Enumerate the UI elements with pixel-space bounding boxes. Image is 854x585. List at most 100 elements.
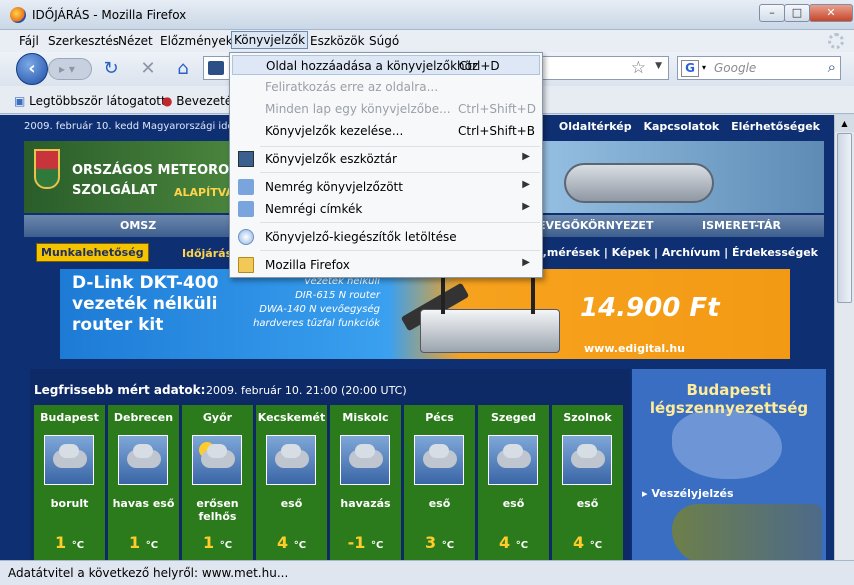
ad-headline-2: vezeték nélküli	[72, 294, 218, 314]
menu-item-recent-tags[interactable]: Nemrégi címkék ▶	[232, 199, 540, 219]
advertisement-banner[interactable]: D-Link DKT-400 vezeték nélküli router ki…	[60, 269, 790, 359]
bookmark-getting-started[interactable]: ● Bevezeté	[162, 94, 232, 108]
menu-view[interactable]: Nézet	[115, 33, 156, 49]
submenu-arrow-icon: ▶	[522, 257, 530, 268]
search-folder-icon	[238, 179, 254, 195]
city-card[interactable]: Pécs eső 3 °C	[404, 405, 475, 560]
menu-item-add-bookmark[interactable]: Oldal hozzáadása a könyvjelzőkhöz Ctrl+D	[232, 55, 540, 75]
menu-tools[interactable]: Eszközök	[307, 33, 368, 49]
link-measurements[interactable]: k,mérések	[535, 246, 600, 259]
temp-value: 1	[54, 533, 67, 552]
menu-bookmarks[interactable]: Könyvjelzők	[231, 31, 309, 49]
menu-item-get-addons[interactable]: Könyvjelző-kiegészítők letöltése	[232, 227, 540, 247]
back-button[interactable]: ‹	[16, 53, 48, 85]
menu-history[interactable]: Előzmények	[157, 33, 236, 49]
title-bar: IDŐJÁRÁS - Mozilla Firefox – □ ✕	[0, 0, 854, 30]
menu-item-recently-bookmarked[interactable]: Nemrég könyvjelzőzött ▶	[232, 177, 540, 197]
throbber-icon	[828, 33, 844, 49]
menu-item-label: Nemrégi címkék	[265, 202, 363, 216]
link-availability[interactable]: Elérhetőségek	[731, 120, 820, 133]
city-temp: 1 °C	[108, 533, 179, 552]
menu-item-bookmark-all-tabs[interactable]: Minden lap egy könyvjelzőbe... Ctrl+Shif…	[232, 99, 540, 119]
scroll-up-icon[interactable]: ▲	[835, 115, 854, 132]
bookmark-label: Legtöbbször látogatott	[29, 94, 166, 108]
air-quality-panel[interactable]: Budapesti légszennyezettség ▸ Veszélyjel…	[632, 369, 826, 560]
temp-unit: °C	[219, 540, 233, 551]
menu-edit[interactable]: Szerkesztés	[45, 33, 122, 49]
submenu-arrow-icon: ▶	[522, 151, 530, 162]
bookmark-label: Bevezeté	[176, 94, 233, 108]
menu-item-label: Feliratkozás erre az oldalra...	[265, 80, 439, 94]
coat-of-arms-icon	[34, 149, 60, 189]
menu-item-bookmarks-toolbar[interactable]: Könyvjelzők eszköztár ▶	[232, 149, 540, 169]
menu-item-shortcut: Ctrl+Shift+D	[458, 102, 536, 116]
city-card[interactable]: Szeged eső 4 °C	[478, 405, 549, 560]
search-input[interactable]: Google	[714, 61, 756, 75]
search-box[interactable]: G ▾ Google ⌕	[677, 56, 841, 80]
close-button[interactable]: ✕	[809, 4, 853, 22]
city-condition: eső	[428, 497, 451, 510]
google-engine-icon[interactable]: G	[681, 60, 699, 77]
stop-icon[interactable]: ✕	[137, 58, 159, 80]
snow-icon	[340, 435, 390, 485]
engine-dropdown-icon[interactable]: ▾	[702, 63, 706, 72]
scroll-thumb[interactable]	[837, 133, 852, 303]
bookmark-most-visited[interactable]: ▣ Legtöbbször látogatott	[14, 94, 166, 108]
menu-item-organize-bookmarks[interactable]: Könyvjelzők kezelése... Ctrl+Shift+B	[232, 121, 540, 141]
link-curiosities[interactable]: Érdekességek	[732, 246, 818, 259]
link-sitemap[interactable]: Oldaltérkép	[559, 120, 632, 133]
banner-search-pill	[564, 163, 714, 203]
menu-item-subscribe[interactable]: Feliratkozás erre az oldalra...	[232, 77, 540, 97]
search-icon[interactable]: ⌕	[828, 58, 836, 76]
chevron-down-icon[interactable]: ▼	[655, 61, 662, 71]
menu-item-mozilla-firefox-folder[interactable]: Mozilla Firefox ▶	[232, 255, 540, 275]
subnav-weather[interactable]: Időjárás	[182, 247, 232, 260]
city-card[interactable]: Szolnok eső 4 °C	[552, 405, 623, 560]
temp-unit: °C	[371, 540, 384, 551]
menu-bar: Fájl Szerkesztés Nézet Előzmények Könyvj…	[0, 30, 854, 52]
reload-icon[interactable]: ↻	[100, 58, 122, 80]
city-temp: 4 °C	[256, 533, 327, 552]
job-button[interactable]: Munkalehetőség	[36, 243, 149, 262]
city-name: Miskolc	[342, 411, 389, 424]
link-archive[interactable]: Archívum	[662, 246, 721, 259]
menu-file[interactable]: Fájl	[16, 33, 42, 49]
city-condition: borult	[50, 497, 89, 510]
temp-value: 1	[128, 533, 141, 552]
link-images[interactable]: Képek	[612, 246, 650, 259]
router-image	[420, 270, 560, 353]
ad-headline: D-Link DKT-400 vezeték nélküli router ki…	[72, 273, 218, 336]
menu-help[interactable]: Súgó	[366, 33, 402, 49]
status-text: Adatátvitel a következő helyről: www.met…	[8, 566, 289, 580]
bookmark-star-icon[interactable]: ☆	[631, 58, 646, 78]
temp-value: 4	[498, 533, 511, 552]
temp-unit: °C	[71, 540, 85, 551]
ad-headline-3: router kit	[72, 315, 164, 335]
menu-item-label: Minden lap egy könyvjelzőbe...	[265, 102, 451, 116]
maximize-button[interactable]: □	[784, 4, 810, 22]
arrow-right-icon: ▸	[642, 487, 652, 500]
link-contacts[interactable]: Kapcsolatok	[643, 120, 719, 133]
city-card[interactable]: Győr erősen felhős 1 °C	[182, 405, 253, 560]
city-name: Kecskemét	[257, 411, 326, 424]
vertical-scrollbar[interactable]: ▲	[834, 115, 854, 560]
site-favicon	[208, 61, 224, 75]
forward-button[interactable]: ▸ ▾	[48, 58, 92, 80]
top-links: Oldaltérkép Kapcsolatok Elérhetőségek	[551, 120, 820, 133]
city-card[interactable]: Kecskemét eső 4 °C	[256, 405, 327, 560]
city-card[interactable]: Budapest borult 1 °C	[34, 405, 105, 560]
minimize-button[interactable]: –	[759, 4, 785, 22]
tab-ismeret-tar[interactable]: ISMERET-TÁR	[702, 219, 781, 232]
city-condition: eső	[576, 497, 599, 510]
warning-link[interactable]: ▸ Veszélyjelzés	[642, 487, 734, 500]
city-card[interactable]: Debrecen havas eső 1 °C	[108, 405, 179, 560]
temp-value: -1	[347, 533, 366, 552]
tab-omsz[interactable]: OMSZ	[120, 219, 156, 232]
city-card[interactable]: Miskolc havazás -1 °C	[330, 405, 401, 560]
temp-unit: °C	[293, 540, 307, 551]
city-temp: 1 °C	[34, 533, 105, 552]
weather-time: 2009. február 10. 21:00 (20:00 UTC)	[206, 384, 407, 397]
tab-levegokornyezet[interactable]: EVEGŐKÖRNYEZET	[538, 219, 653, 232]
menu-separator	[260, 250, 540, 251]
home-icon[interactable]: ⌂	[172, 58, 194, 80]
